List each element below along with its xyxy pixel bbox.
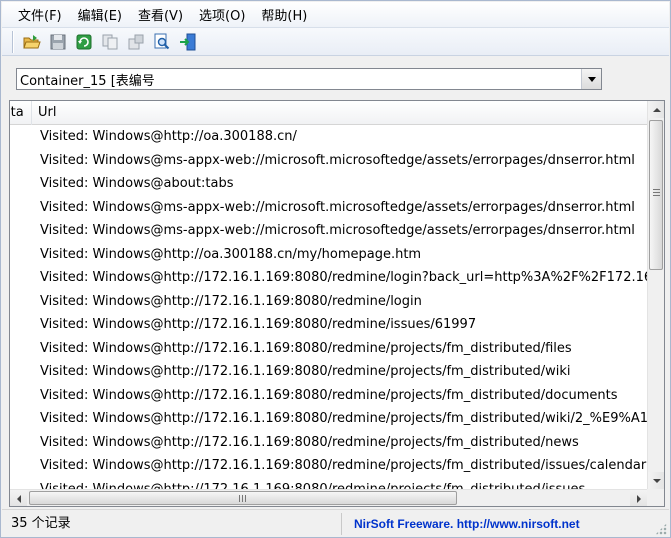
find-icon bbox=[154, 33, 170, 49]
scroll-left-button[interactable] bbox=[10, 490, 27, 506]
list-item[interactable]: Visited: Windows@http://172.16.1.169:808… bbox=[10, 384, 647, 408]
menu-edit[interactable]: 编辑(E) bbox=[70, 3, 130, 26]
copy-icon bbox=[102, 34, 118, 49]
menu-help[interactable]: 帮助(H) bbox=[253, 3, 315, 26]
container-selector-area: Container_15 [表编号 bbox=[2, 57, 669, 99]
menu-bar: 文件(F) 编辑(E) 查看(V) 选项(O) 帮助(H) bbox=[2, 2, 669, 28]
main-window: 文件(F) 编辑(E) 查看(V) 选项(O) 帮助(H) Container_… bbox=[0, 0, 671, 538]
grip-icon bbox=[239, 495, 248, 502]
chevron-down-icon bbox=[587, 76, 596, 82]
open-folder-icon bbox=[23, 34, 41, 48]
dropdown-button[interactable] bbox=[581, 69, 601, 89]
properties-button[interactable] bbox=[124, 30, 148, 54]
toolbar-separator bbox=[12, 30, 14, 53]
toolbar bbox=[2, 28, 669, 56]
copy-button[interactable] bbox=[98, 30, 122, 54]
arrow-right-icon bbox=[636, 494, 641, 503]
refresh-button[interactable] bbox=[72, 30, 96, 54]
nirsoft-link[interactable]: NirSoft Freeware. http://www.nirsoft.net bbox=[342, 517, 669, 531]
arrow-down-icon bbox=[652, 478, 661, 483]
horizontal-scrollbar[interactable] bbox=[10, 489, 647, 506]
list-item[interactable]: Visited: Windows@http://172.16.1.169:808… bbox=[10, 431, 647, 455]
vertical-scrollbar[interactable] bbox=[647, 101, 664, 489]
records-list: lta Url Visited: Windows@http://oa.30018… bbox=[9, 100, 665, 507]
scroll-right-button[interactable] bbox=[630, 490, 647, 506]
container-dropdown[interactable]: Container_15 [表编号 bbox=[16, 68, 602, 90]
open-button[interactable] bbox=[20, 30, 44, 54]
list-item[interactable]: Visited: Windows@http://172.16.1.169:808… bbox=[10, 407, 647, 431]
list-item[interactable]: Visited: Windows@ms-appx-web://microsoft… bbox=[10, 149, 647, 173]
save-button[interactable] bbox=[46, 30, 70, 54]
horizontal-scroll-thumb[interactable] bbox=[29, 491, 457, 505]
exit-icon bbox=[180, 33, 196, 50]
list-item[interactable]: Visited: Windows@ms-appx-web://microsoft… bbox=[10, 219, 647, 243]
refresh-icon bbox=[76, 34, 92, 49]
find-button[interactable] bbox=[150, 30, 174, 54]
scrollbar-corner bbox=[647, 489, 664, 506]
list-item[interactable]: Visited: Windows@http://172.16.1.169:808… bbox=[10, 290, 647, 314]
list-item[interactable]: Visited: Windows@http://172.16.1.169:808… bbox=[10, 337, 647, 361]
arrow-up-icon bbox=[652, 107, 661, 112]
menu-view[interactable]: 查看(V) bbox=[130, 3, 191, 26]
column-header-url[interactable]: Url bbox=[32, 101, 647, 125]
list-item[interactable]: Visited: Windows@http://172.16.1.169:808… bbox=[10, 266, 647, 290]
vertical-scroll-thumb[interactable] bbox=[649, 120, 663, 270]
list-header: lta Url bbox=[10, 101, 647, 125]
list-item[interactable]: Visited: Windows@about:tabs bbox=[10, 172, 647, 196]
record-count: 35 个记录 bbox=[2, 512, 342, 535]
scroll-up-button[interactable] bbox=[648, 101, 664, 118]
menu-file[interactable]: 文件(F) bbox=[10, 3, 70, 26]
list-item[interactable]: Visited: Windows@http://oa.300188.cn/my/… bbox=[10, 243, 647, 267]
container-dropdown-value: Container_15 [表编号 bbox=[20, 73, 155, 89]
list-item[interactable]: Visited: Windows@http://oa.300188.cn/ bbox=[10, 125, 647, 149]
list-item[interactable]: Visited: Windows@http://172.16.1.169:808… bbox=[10, 478, 647, 490]
list-item[interactable]: Visited: Windows@http://172.16.1.169:808… bbox=[10, 313, 647, 337]
list-item[interactable]: Visited: Windows@http://172.16.1.169:808… bbox=[10, 454, 647, 478]
grip-icon bbox=[653, 189, 660, 197]
column-header-data[interactable]: lta bbox=[10, 101, 32, 125]
properties-icon bbox=[128, 34, 144, 49]
arrow-left-icon bbox=[16, 494, 21, 503]
list-item[interactable]: Visited: Windows@ms-appx-web://microsoft… bbox=[10, 196, 647, 220]
menu-options[interactable]: 选项(O) bbox=[191, 3, 253, 26]
save-icon bbox=[50, 34, 66, 49]
scroll-down-button[interactable] bbox=[648, 472, 664, 489]
list-body: Visited: Windows@http://oa.300188.cn/ Vi… bbox=[10, 125, 647, 489]
exit-button[interactable] bbox=[176, 30, 200, 54]
list-item[interactable]: Visited: Windows@http://172.16.1.169:808… bbox=[10, 360, 647, 384]
status-bar: 35 个记录 NirSoft Freeware. http://www.nirs… bbox=[2, 509, 669, 537]
